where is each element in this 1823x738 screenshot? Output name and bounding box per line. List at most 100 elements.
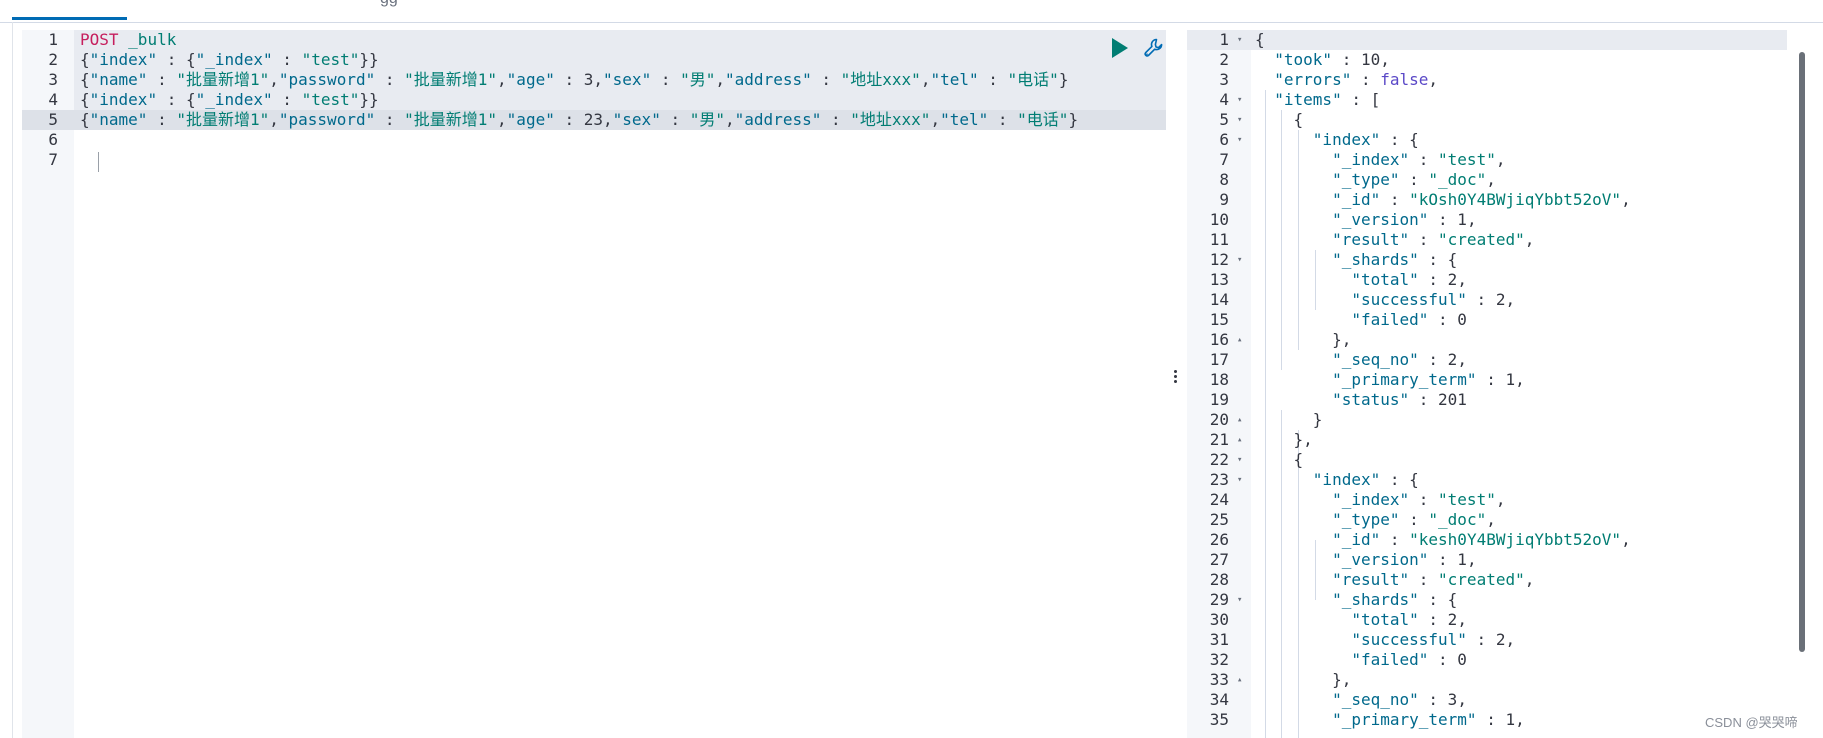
code-line[interactable]: 16 ▴ }, xyxy=(1187,330,1787,350)
code-line[interactable]: 23 ▾ "index" : { xyxy=(1187,470,1787,490)
pane-resizer-handle[interactable] xyxy=(1170,368,1180,390)
code-line[interactable]: 5 ▾ { xyxy=(1187,110,1787,130)
response-output[interactable]: 1 ▾{2 "took" : 10, 3 "errors" : false, 4 ▾ "… xyxy=(1187,30,1787,738)
wrench-icon[interactable] xyxy=(1142,36,1166,60)
code-line[interactable]: 15 "failed" : 0 xyxy=(1187,310,1787,330)
code-line[interactable]: 4 ▾ "items" : [ xyxy=(1187,90,1787,110)
fold-toggle-icon[interactable]: ▾ xyxy=(1237,30,1242,50)
fold-toggle-icon[interactable]: ▾ xyxy=(1237,250,1242,270)
code-line[interactable]: 21 ▴ }, xyxy=(1187,430,1787,450)
code-line[interactable]: 13 "total" : 2, xyxy=(1187,270,1787,290)
fold-toggle-icon[interactable]: ▴ xyxy=(1237,410,1242,430)
code-token: "address" xyxy=(734,110,822,129)
code-line[interactable]: 8 "_type" : "_doc", xyxy=(1187,170,1787,190)
code-line[interactable]: 32 "failed" : 0 xyxy=(1187,650,1787,670)
fold-toggle-icon[interactable]: ▾ xyxy=(1237,90,1242,110)
code-token: "电话" xyxy=(1017,110,1069,129)
code-line[interactable]: 19 "status" : 201 xyxy=(1187,390,1787,410)
code-text: "_primary_term" : 1, xyxy=(1255,710,1525,730)
fold-toggle-icon[interactable]: ▴ xyxy=(1237,330,1242,350)
code-line[interactable]: 18 "_primary_term" : 1, xyxy=(1187,370,1787,390)
code-line[interactable]: 7 "_index" : "test", xyxy=(1187,150,1787,170)
play-icon[interactable] xyxy=(1112,38,1128,58)
code-token: "男" xyxy=(680,70,716,89)
code-line[interactable]: 34 "_seq_no" : 3, xyxy=(1187,690,1787,710)
code-line[interactable]: 7 xyxy=(22,150,1166,170)
code-token: "index" xyxy=(89,50,158,69)
code-line[interactable]: 12 ▾ "_shards" : { xyxy=(1187,250,1787,270)
request-editor[interactable]: 1 POST _bulk 2 {"index" : {"_index" : "test… xyxy=(22,30,1166,738)
code-token: "_seq_no" xyxy=(1332,690,1419,709)
code-line[interactable]: 25 "_type" : "_doc", xyxy=(1187,510,1787,530)
line-number: 23 xyxy=(1209,470,1229,489)
code-line[interactable]: 3 "errors" : false, xyxy=(1187,70,1787,90)
code-token: "tel" xyxy=(940,110,989,129)
code-line[interactable]: 1 ▾ { xyxy=(1187,30,1787,50)
code-token: : xyxy=(554,70,584,89)
code-line[interactable]: 27 "_version" : 1, xyxy=(1187,550,1787,570)
code-text: {"index" : {"_index" : "test"}} xyxy=(80,90,379,110)
code-line[interactable]: 22 ▾ { xyxy=(1187,450,1787,470)
code-token: "_shards" xyxy=(1332,250,1419,269)
code-line[interactable]: 1 POST _bulk xyxy=(22,30,1166,50)
code-token: "test" xyxy=(301,90,360,109)
code-line[interactable]: 6 ▾ "index" : { xyxy=(1187,130,1787,150)
code-text: "took" : 10, xyxy=(1255,50,1390,70)
fold-toggle-icon[interactable]: ▴ xyxy=(1237,670,1242,690)
code-line[interactable]: 20 ▴ } xyxy=(1187,410,1787,430)
tab-secondary[interactable]: gg xyxy=(380,0,398,8)
code-line[interactable]: 30 "total" : 2, xyxy=(1187,610,1787,630)
code-text: "failed" : 0 xyxy=(1255,310,1467,330)
code-line[interactable]: 6 xyxy=(22,130,1166,150)
fold-toggle-icon[interactable]: ▾ xyxy=(1237,110,1242,130)
code-line[interactable]: 31 "successful" : 2, xyxy=(1187,630,1787,650)
code-line[interactable]: 3 {"name" : "批量新增1","password" : "批量新增1",… xyxy=(22,70,1166,90)
code-line[interactable]: 29 ▾ "_shards" : { xyxy=(1187,590,1787,610)
code-line[interactable]: 33 ▴ }, xyxy=(1187,670,1787,690)
code-token: "sex" xyxy=(603,70,652,89)
code-line[interactable]: 2 "took" : 10, xyxy=(1187,50,1787,70)
fold-toggle-icon[interactable]: ▾ xyxy=(1237,130,1242,150)
code-line[interactable]: 5 {"name" : "批量新增1","password" : "批量新增1",… xyxy=(22,110,1166,130)
fold-toggle-icon[interactable]: ▾ xyxy=(1237,590,1242,610)
code-line[interactable]: 10 "_version" : 1, xyxy=(1187,210,1787,230)
code-token: "created" xyxy=(1438,230,1525,249)
code-text: "_seq_no" : 2, xyxy=(1255,350,1467,370)
code-token: : xyxy=(1399,170,1429,189)
code-token: "_id" xyxy=(1332,190,1381,209)
code-token: : { xyxy=(1380,130,1419,149)
code-token: : { xyxy=(1418,250,1458,269)
code-line[interactable]: 26 "_id" : "kesh0Y4BWjiqYbbt52oV", xyxy=(1187,530,1787,550)
code-line[interactable]: 4 {"index" : {"_index" : "test"}} xyxy=(22,90,1166,110)
fold-toggle-icon[interactable]: ▴ xyxy=(1237,430,1242,450)
code-token: "name" xyxy=(89,70,148,89)
code-token: "_index" xyxy=(1332,150,1410,169)
code-line[interactable]: 11 "result" : "created", xyxy=(1187,230,1787,250)
code-token: , xyxy=(1457,690,1467,709)
code-line[interactable]: 28 "result" : "created", xyxy=(1187,570,1787,590)
scrollbar-thumb[interactable] xyxy=(1799,52,1805,652)
tab-console-active-indicator[interactable] xyxy=(12,17,127,20)
code-token: : { xyxy=(1380,470,1419,489)
code-text: "_shards" : { xyxy=(1255,590,1457,610)
code-line[interactable]: 2 {"index" : {"_index" : "test"}} xyxy=(22,50,1166,70)
code-line[interactable]: 17 "_seq_no" : 2, xyxy=(1187,350,1787,370)
code-token: , xyxy=(1486,510,1496,529)
code-token: "items" xyxy=(1274,90,1342,109)
line-number: 6 xyxy=(48,130,58,149)
code-line[interactable]: 9 "_id" : "kOsh0Y4BWjiqYbbt52oV", xyxy=(1187,190,1787,210)
fold-toggle-icon[interactable]: ▾ xyxy=(1237,470,1242,490)
code-line[interactable]: 24 "_index" : "test", xyxy=(1187,490,1787,510)
code-line[interactable]: 14 "successful" : 2, xyxy=(1187,290,1787,310)
output-scrollbar[interactable] xyxy=(1796,30,1810,738)
fold-toggle-icon[interactable]: ▾ xyxy=(1237,450,1242,470)
line-number: 34 xyxy=(1209,690,1229,709)
code-line[interactable]: 35 "_primary_term" : 1, xyxy=(1187,710,1787,730)
